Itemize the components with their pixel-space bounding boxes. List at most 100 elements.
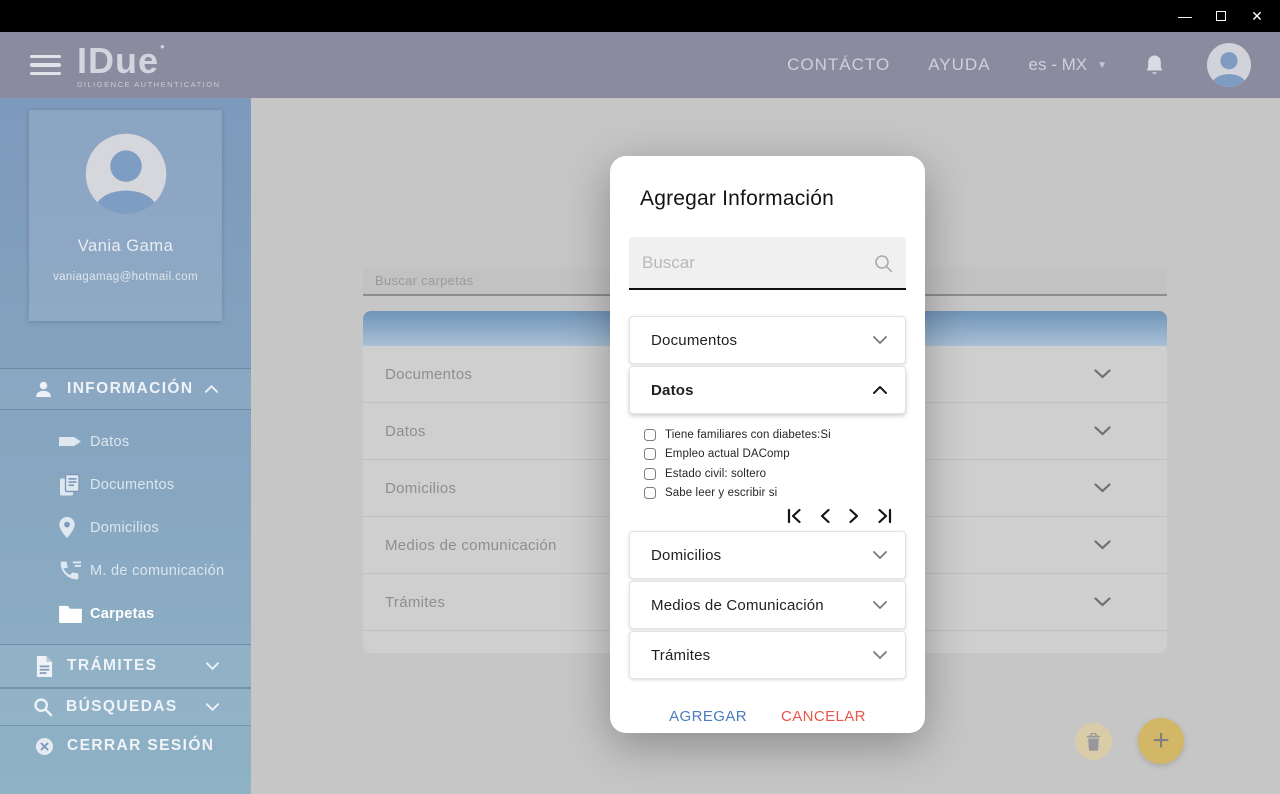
sidebar-item-carpetas[interactable]: Carpetas [0,592,251,635]
search-icon [33,697,53,717]
cancelar-button[interactable]: CANCELAR [781,708,866,725]
close-button[interactable]: ✕ [1242,1,1272,31]
chevron-up-icon [873,386,887,394]
row-label: Documentos [385,365,473,383]
bell-icon[interactable] [1145,54,1164,76]
last-page-button[interactable] [876,508,893,524]
chevron-down-icon[interactable] [1094,540,1111,550]
sidebar-item-domicilios[interactable]: Domicilios [0,506,251,549]
profile-email: vaniagamag@hotmail.com [52,271,199,283]
option-row[interactable]: Sabe leer y escribir si [644,484,906,504]
folder-icon [58,604,85,623]
avatar[interactable] [1206,42,1252,88]
next-page-button[interactable] [847,508,861,524]
magnifier-icon [874,254,893,273]
logo-text: IDue [77,39,160,81]
language-selector[interactable]: es - MX ▼ [1029,55,1107,75]
chevron-down-icon[interactable] [1094,483,1111,493]
previous-page-icon [818,508,832,524]
maximize-icon [1216,11,1226,21]
sidebar-item-datos[interactable]: Datos [0,420,251,463]
window-controls: — ✕ [1170,0,1272,32]
option-row[interactable]: Tiene familiares con diabetes:Si [644,425,906,445]
checkbox[interactable] [644,487,656,500]
sidebar-section-tramites[interactable]: TRÁMITES [0,644,251,688]
accordion-label: Trámites [651,646,711,664]
app-logo: IDue● DILIGENCE AUTHENTICATION [77,42,221,89]
checkbox[interactable] [644,448,656,461]
pen-icon [58,436,85,447]
sidebar-section-label: INFORMACIÓN [67,380,194,397]
close-icon: ✕ [1251,7,1263,24]
option-row[interactable]: Empleo actual DAComp [644,445,906,465]
row-label: Domicilios [385,479,457,497]
documents-icon [58,473,85,497]
sidebar-item-label: Carpetas [90,605,155,622]
file-icon [35,655,54,678]
checkbox[interactable] [644,428,656,441]
sidebar-item-cerrar-sesion[interactable]: CERRAR SESIÓN [0,726,251,766]
chevron-down-icon[interactable] [1094,426,1111,436]
person-icon [33,379,54,400]
sidebar-section-label: TRÁMITES [67,657,158,674]
chevron-down-icon [206,662,219,670]
sidebar-item-medios-comunicacion[interactable]: M. de comunicación [0,549,251,592]
sidebar-section-busquedas[interactable]: BÚSQUEDAS [0,688,251,726]
accordion-datos[interactable]: Datos [629,366,906,414]
maximize-button[interactable] [1206,1,1236,31]
os-title-bar: — ✕ [0,0,1280,32]
profile-avatar [85,133,166,215]
trash-icon [1086,732,1101,751]
sidebar-section-label: CERRAR SESIÓN [67,737,215,754]
nav-ayuda-link[interactable]: AYUDA [928,55,990,75]
checkbox[interactable] [644,467,656,480]
row-label: Trámites [385,593,446,611]
last-page-icon [876,508,893,524]
first-page-icon [786,508,803,524]
location-pin-icon [58,516,85,539]
sidebar-section-informacion[interactable]: INFORMACIÓN [0,368,251,410]
accordion-documentos[interactable]: Documentos [629,316,906,364]
accordion-domicilios[interactable]: Domicilios [629,531,906,579]
row-label: Medios de comunicación [385,536,557,554]
chevron-down-icon [873,601,887,609]
hamburger-menu-icon[interactable] [30,54,61,76]
logo-registered-mark: ● [160,41,165,51]
chevron-down-icon [873,651,887,659]
modal-search-input[interactable] [629,237,906,288]
delete-fab-button[interactable] [1075,723,1112,760]
dropdown-triangle-icon: ▼ [1097,59,1107,71]
modal-actions: AGREGAR CANCELAR [610,708,925,725]
agregar-button[interactable]: AGREGAR [669,708,747,725]
profile-name: Vania Gama [77,237,174,255]
sidebar-item-documentos[interactable]: Documentos [0,463,251,506]
app-header: IDue● DILIGENCE AUTHENTICATION CONTÁCTO … [0,32,1280,98]
language-value: es - MX [1028,55,1088,74]
option-row[interactable]: Estado civil: soltero [644,464,906,484]
accordion-tramites[interactable]: Trámites [629,631,906,679]
option-label: Sabe leer y escribir si [665,487,778,500]
accordion-label: Datos [651,381,694,399]
chevron-up-icon [205,385,219,393]
minimize-icon: — [1178,8,1192,24]
previous-page-button[interactable] [818,508,832,524]
chevron-down-icon[interactable] [1094,369,1111,379]
first-page-button[interactable] [786,508,803,524]
plus-icon: + [1152,724,1170,757]
chevron-down-icon[interactable] [1094,597,1111,607]
sidebar-item-label: Domicilios [90,519,160,536]
logout-icon [35,737,54,756]
sidebar-section-label: BÚSQUEDAS [66,698,178,715]
minimize-button[interactable]: — [1170,1,1200,31]
chevron-down-icon [873,336,887,344]
chevron-down-icon [206,703,219,711]
option-label: Tiene familiares con diabetes:Si [665,428,831,441]
pagination [644,503,906,527]
modal-search-box [629,237,906,290]
nav-contacto-link[interactable]: CONTÁCTO [787,55,890,75]
sidebar-menu: Datos Documentos Domicilios M. de comuni… [0,420,251,635]
accordion-medios-comunicacion[interactable]: Medios de Comunicación [629,581,906,629]
add-fab-button[interactable]: + [1138,718,1184,764]
sidebar-item-label: M. de comunicación [90,562,225,579]
accordion-label: Domicilios [651,546,722,564]
